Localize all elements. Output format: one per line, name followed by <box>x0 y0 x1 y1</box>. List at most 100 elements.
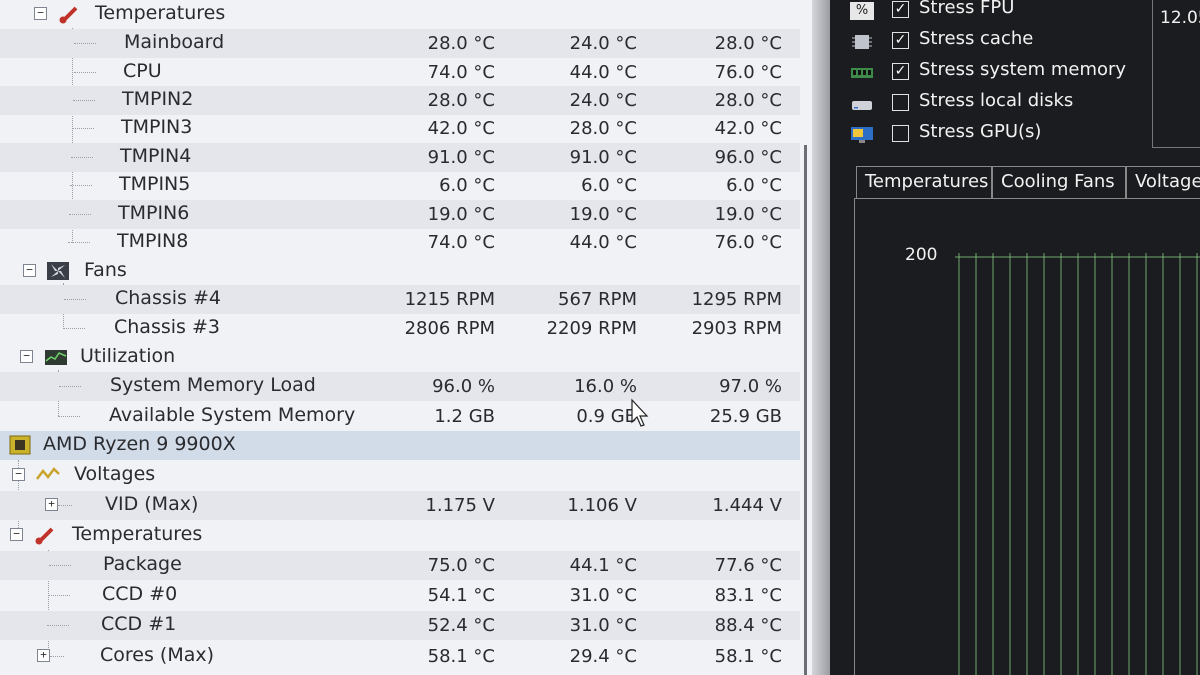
collapse-icon[interactable]: − <box>20 350 33 363</box>
min-value: 24.0 °C <box>569 33 637 54</box>
current-value: 28.0 °C <box>427 33 495 54</box>
tree-row[interactable]: Chassis #3 2806 RPM 2209 RPM 2903 RPM <box>0 314 800 343</box>
tree-row[interactable]: Chassis #4 1215 RPM 567 RPM 1295 RPM <box>0 285 800 314</box>
fan-icon <box>47 262 69 280</box>
thermometer-icon <box>59 6 78 24</box>
tree-group-cpu-temperatures[interactable]: − Temperatures <box>0 521 800 550</box>
gpu-monitor-icon <box>851 127 873 143</box>
expand-icon[interactable]: + <box>45 498 58 511</box>
tree-row[interactable]: TMPIN2 28.0 °C 24.0 °C 28.0 °C <box>0 86 800 115</box>
sensor-label: Package <box>103 553 182 575</box>
sensor-label: Cores (Max) <box>100 644 215 666</box>
stress-fpu-option[interactable]: % ✓ Stress FPU <box>850 0 1200 26</box>
stress-gpu-checkbox[interactable] <box>892 125 909 142</box>
min-value: 31.0 °C <box>569 615 637 636</box>
tab-voltages[interactable]: Voltage <box>1126 166 1200 198</box>
tab-cooling-fans[interactable]: Cooling Fans <box>992 166 1126 198</box>
tree-group-utilization[interactable]: − Utilization <box>0 343 800 372</box>
tree-group-voltages[interactable]: − Voltages <box>0 461 800 490</box>
tree-row[interactable]: CCD #0 54.1 °C 31.0 °C 83.1 °C <box>0 581 800 610</box>
status-value: 12.05 <box>1160 8 1200 28</box>
tree-row[interactable]: TMPIN4 91.0 °C 91.0 °C 96.0 °C <box>0 143 800 172</box>
chart-icon <box>45 350 67 365</box>
tree-label: Temperatures <box>95 2 226 24</box>
temperature-graph <box>854 198 1200 675</box>
tree-row[interactable]: CCD #1 52.4 °C 31.0 °C 88.4 °C <box>0 611 800 640</box>
collapse-icon[interactable]: − <box>10 528 23 541</box>
current-value: 54.1 °C <box>427 585 495 606</box>
stress-memory-label: Stress system memory <box>919 59 1127 80</box>
stress-disks-checkbox[interactable] <box>892 94 909 111</box>
tree-row[interactable]: TMPIN5 6.0 °C 6.0 °C 6.0 °C <box>0 171 800 200</box>
tree-group-fans[interactable]: − Fans <box>0 257 800 286</box>
sensor-label: VID (Max) <box>105 493 199 515</box>
max-value: 77.6 °C <box>714 555 782 576</box>
min-value: 44.1 °C <box>569 555 637 576</box>
stress-disks-label: Stress local disks <box>919 90 1074 111</box>
current-value: 42.0 °C <box>427 118 495 139</box>
tree-row[interactable]: TMPIN3 42.0 °C 28.0 °C 42.0 °C <box>0 114 800 143</box>
sensor-label: System Memory Load <box>110 374 316 396</box>
expand-icon[interactable]: + <box>37 649 50 662</box>
tree-row[interactable]: + Cores (Max) 58.1 °C 29.4 °C 58.1 °C <box>0 642 800 671</box>
tab-temperatures[interactable]: Temperatures <box>856 166 992 198</box>
tree-row[interactable]: + VID (Max) 1.175 V 1.106 V 1.444 V <box>0 491 800 520</box>
sensor-label: Mainboard <box>124 31 225 53</box>
stress-memory-checkbox[interactable]: ✓ <box>892 63 909 80</box>
cache-chip-icon <box>852 35 872 49</box>
tree-row[interactable]: TMPIN6 19.0 °C 19.0 °C 19.0 °C <box>0 200 800 229</box>
graph-y-max-label: 200 <box>905 245 938 265</box>
tab-label: Cooling Fans <box>1001 171 1115 192</box>
min-value: 1.106 V <box>567 495 637 516</box>
collapse-icon[interactable]: − <box>23 264 36 277</box>
fpu-icon: % <box>850 2 874 20</box>
tab-label: Voltage <box>1135 171 1200 192</box>
collapse-icon[interactable]: − <box>34 7 47 20</box>
stress-disks-option[interactable]: Stress local disks <box>850 90 1200 119</box>
min-value: 91.0 °C <box>569 147 637 168</box>
max-value: 96.0 °C <box>714 147 782 168</box>
min-value: 28.0 °C <box>569 118 637 139</box>
tree-row[interactable]: System Memory Load 96.0 % 16.0 % 97.0 % <box>0 372 800 401</box>
collapse-icon[interactable]: − <box>12 468 25 481</box>
current-value: 19.0 °C <box>427 204 495 225</box>
max-value: 28.0 °C <box>714 90 782 111</box>
tree-row[interactable]: Mainboard 28.0 °C 24.0 °C 28.0 °C <box>0 29 800 58</box>
scrollbar[interactable] <box>804 145 807 675</box>
stress-gpu-label: Stress GPU(s) <box>919 121 1042 142</box>
stress-memory-option[interactable]: ✓ Stress system memory <box>850 59 1200 88</box>
max-value: 6.0 °C <box>726 175 782 196</box>
tree-row[interactable]: Package 75.0 °C 44.1 °C 77.6 °C <box>0 551 800 580</box>
stability-test-panel: % ✓ Stress FPU ✓ Stress cache ✓ Stress s… <box>830 0 1200 675</box>
min-value: 44.0 °C <box>569 62 637 83</box>
min-value: 44.0 °C <box>569 232 637 253</box>
min-value: 29.4 °C <box>569 646 637 667</box>
min-value: 24.0 °C <box>569 90 637 111</box>
stress-cache-checkbox[interactable]: ✓ <box>892 32 909 49</box>
stress-cache-option[interactable]: ✓ Stress cache <box>850 28 1200 57</box>
tree-device-amd-ryzen[interactable]: AMD Ryzen 9 9900X <box>0 431 800 460</box>
sensor-label: TMPIN3 <box>121 116 193 138</box>
current-value: 96.0 % <box>432 376 495 397</box>
max-value: 58.1 °C <box>714 646 782 667</box>
tree-group-temperatures[interactable]: − Temperatures <box>0 0 800 29</box>
tree-label: Voltages <box>74 463 156 485</box>
mouse-cursor-icon <box>631 398 649 427</box>
sensor-label: Chassis #4 <box>115 287 221 309</box>
sensor-label: CCD #0 <box>102 583 178 605</box>
sensor-label: TMPIN5 <box>119 173 191 195</box>
stress-fpu-checkbox[interactable]: ✓ <box>892 1 909 18</box>
memory-icon <box>851 68 873 78</box>
current-value: 1.175 V <box>425 495 495 516</box>
tree-row[interactable]: Available System Memory 1.2 GB 0.9 GB 25… <box>0 402 800 431</box>
current-value: 91.0 °C <box>427 147 495 168</box>
max-value: 42.0 °C <box>714 118 782 139</box>
current-value: 6.0 °C <box>439 175 495 196</box>
max-value: 2903 RPM <box>691 318 782 339</box>
tree-row[interactable]: CPU 74.0 °C 44.0 °C 76.0 °C <box>0 58 800 87</box>
window-divider <box>812 0 830 675</box>
max-value: 76.0 °C <box>714 232 782 253</box>
stress-fpu-label: Stress FPU <box>919 0 1015 18</box>
tree-row[interactable]: TMPIN8 74.0 °C 44.0 °C 76.0 °C <box>0 228 800 257</box>
stress-gpu-option[interactable]: Stress GPU(s) <box>850 121 1200 150</box>
